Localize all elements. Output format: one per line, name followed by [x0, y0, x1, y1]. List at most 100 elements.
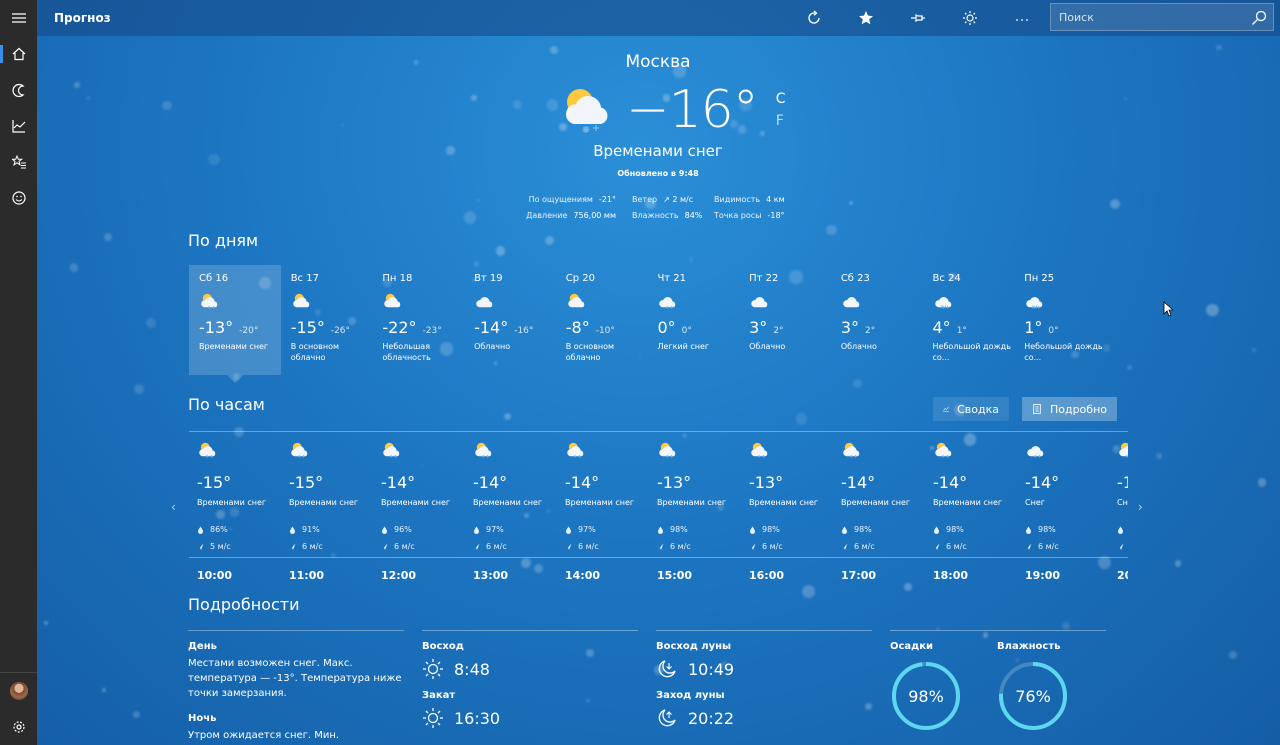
- chevron-right-icon[interactable]: ›: [1138, 500, 1143, 514]
- detail-label: Ветер: [632, 194, 658, 204]
- detail-value: 84%: [684, 210, 703, 220]
- snowflake: [477, 198, 481, 202]
- day-low-temp: 2°: [865, 326, 876, 336]
- hour-time: 20:00: [1117, 569, 1128, 581]
- day-card[interactable]: Ср 20 -8° -10° В основном облачно: [556, 265, 648, 375]
- partly-cloudy-snow-icon: [475, 442, 492, 458]
- search-icon[interactable]: [1251, 10, 1267, 26]
- hour-temp: -14°: [565, 473, 600, 492]
- snowflake: [101, 687, 106, 693]
- day-description: Легкий снег: [657, 342, 710, 351]
- sunrise-time: 8:48: [454, 659, 490, 679]
- hour-time: 14:00: [565, 569, 601, 581]
- hour-wind: 5 м/с: [210, 542, 231, 551]
- snowflake: [545, 236, 555, 246]
- precipitation-value: 98%: [908, 686, 944, 706]
- settings-gear-icon[interactable]: [0, 709, 37, 745]
- maps-icon[interactable]: [0, 72, 37, 108]
- hour-description: Временами снег: [289, 498, 359, 507]
- day-high-temp: 3°: [840, 318, 859, 337]
- chart-icon: [943, 406, 949, 413]
- wind-direction-icon: [657, 543, 664, 550]
- sun-theme-icon[interactable]: [944, 0, 996, 36]
- sun-column: Восход 8:48 Закат 16:30: [422, 630, 638, 729]
- hour-description: Временами снег: [933, 498, 1003, 507]
- day-high-temp: -22°: [382, 318, 417, 337]
- snowflake: [801, 585, 815, 599]
- day-card[interactable]: Пн 25 1° 0° Небольшой дождь со...: [1014, 265, 1106, 375]
- more-icon[interactable]: [996, 0, 1048, 36]
- detailed-label: Подробно: [1049, 402, 1107, 416]
- day-card[interactable]: Пн 18 -22° -23° Небольшая облачность: [372, 265, 464, 375]
- detail-label: Видимость: [714, 194, 761, 204]
- hour-wind: 6 м/с: [1038, 542, 1059, 551]
- hour-temp: -14°: [381, 473, 416, 492]
- smiley-icon[interactable]: [0, 180, 37, 216]
- day-name: Вт 19: [474, 273, 503, 284]
- snowflake: [1257, 478, 1267, 487]
- day-card[interactable]: Вс 24 4° 1° Небольшой дождь со...: [923, 265, 1015, 375]
- wind-direction-icon: [565, 543, 572, 550]
- day-card[interactable]: Сб 16 -13° -20° Временами снег: [189, 265, 281, 383]
- snowflake: [69, 263, 79, 272]
- hour-wind: 6 м/с: [578, 542, 599, 551]
- refresh-icon[interactable]: [788, 0, 840, 36]
- day-text: Местами возможен снег. Макс. температура…: [188, 658, 402, 699]
- night-text: Утром ожидается снег. Мин.: [188, 730, 340, 741]
- historical-chart-icon[interactable]: [0, 108, 37, 144]
- hour-humidity: 98%: [762, 525, 780, 534]
- summary-button[interactable]: Сводка: [933, 397, 1009, 421]
- unit-fahrenheit-toggle[interactable]: F: [776, 110, 786, 132]
- moon-column: Восход луны 10:49 Заход луны 20:22: [656, 630, 872, 729]
- hour-description: Временами снег: [657, 498, 727, 507]
- chevron-left-icon[interactable]: ‹: [171, 500, 176, 514]
- cloud-icon: [751, 297, 768, 308]
- unit-celsius-toggle[interactable]: C: [776, 88, 786, 110]
- droplet-icon: [474, 526, 479, 534]
- day-description: Облачно: [840, 342, 877, 351]
- snowflake: [162, 100, 172, 111]
- day-card[interactable]: Чт 21 0° 0° Легкий снег: [647, 265, 739, 375]
- wind-direction-icon: [749, 543, 756, 550]
- snowflake: [1127, 364, 1133, 370]
- day-card[interactable]: Вс 17 -15° -26° В основном облачно: [281, 265, 373, 375]
- droplet-icon: [1118, 526, 1123, 534]
- hour-humidity: 98%: [854, 525, 872, 534]
- snowflake: [470, 94, 477, 102]
- detailed-button[interactable]: Подробно: [1022, 397, 1117, 421]
- droplet-icon: [382, 526, 387, 534]
- snowflake: [86, 96, 91, 101]
- current-conditions: −16° C F: [560, 78, 786, 142]
- day-card[interactable]: Вт 19 -14° -16° Облачно: [464, 265, 556, 375]
- hour-column: -14° Временами снег 97% 6 м/с 13:00: [465, 441, 557, 581]
- search-box[interactable]: [1050, 3, 1274, 31]
- search-input[interactable]: [1051, 10, 1241, 24]
- menu-icon[interactable]: [0, 0, 37, 36]
- hour-description: Временами снег: [565, 498, 635, 507]
- snowflake: [848, 200, 853, 205]
- sunset-time: 16:30: [454, 708, 501, 728]
- snowflake: [503, 412, 512, 420]
- partly-cloudy-snow-icon: [565, 89, 608, 133]
- hour-description: Временами снег: [841, 498, 911, 507]
- hour-temp: -14°: [841, 473, 876, 492]
- hour-column: -14° Временами снег 96% 6 м/с 12:00: [373, 441, 465, 581]
- app-title: Прогноз: [54, 11, 111, 25]
- hourly-title: По часам: [188, 395, 265, 414]
- partly-cloudy-snow-icon: [201, 293, 218, 309]
- precipitation-ring: 98%: [890, 660, 962, 732]
- hour-wind: 6 м/с: [854, 542, 875, 551]
- partly-cloudy-icon: [384, 293, 401, 308]
- hour-temp: -15°: [289, 473, 324, 492]
- favorite-star-icon[interactable]: [840, 0, 892, 36]
- droplet-icon: [566, 526, 571, 534]
- hour-column: -14° Временами снег 98% 6 м/с 17:00: [833, 441, 925, 581]
- day-card[interactable]: Пт 22 3° 2° Облачно: [739, 265, 831, 375]
- partly-cloudy-snow-icon: [843, 442, 860, 458]
- day-card[interactable]: Сб 23 3° 2° Облачно: [831, 265, 923, 375]
- hour-wind: 6 м/с: [762, 542, 783, 551]
- pin-icon[interactable]: [892, 0, 944, 36]
- partly-cloudy-snow-icon: [291, 442, 308, 458]
- account-avatar[interactable]: [0, 673, 37, 709]
- rings-column: Осадки 98% Влажность 76%: [890, 630, 1106, 732]
